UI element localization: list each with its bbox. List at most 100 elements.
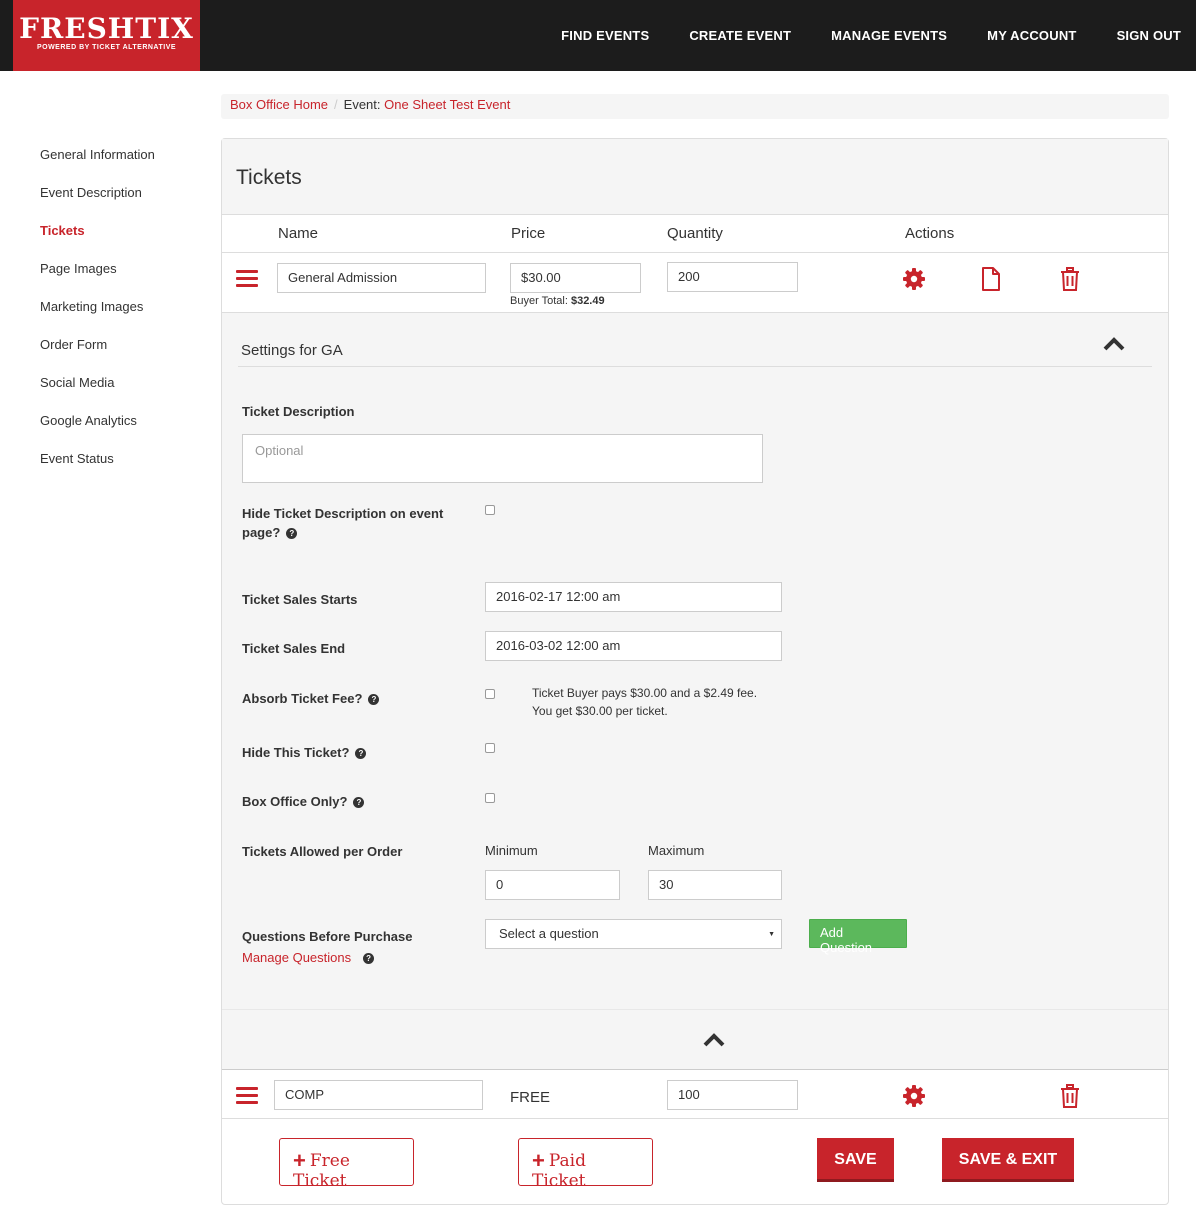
ticket-settings-panel: Settings for GA Ticket Description Optio…	[222, 313, 1168, 1009]
sidebar-item-event-status[interactable]: Event Status	[40, 449, 155, 487]
nav-create-event[interactable]: CREATE EVENT	[689, 28, 791, 43]
drag-handle-icon[interactable]	[236, 1087, 258, 1105]
ticket-row: COMP FREE 100	[222, 1069, 1168, 1119]
sales-start-label: Ticket Sales Starts	[242, 592, 358, 607]
add-paid-ticket-button[interactable]: + Paid Ticket	[518, 1138, 653, 1191]
tickets-allowed-label: Tickets Allowed per Order	[242, 844, 403, 859]
sales-start-input[interactable]: 2016-02-17 12:00 am	[485, 582, 782, 612]
hide-description-checkbox[interactable]	[485, 505, 495, 515]
manage-questions-link[interactable]: Manage Questions	[242, 950, 351, 965]
help-icon[interactable]: ?	[286, 528, 298, 539]
gear-icon[interactable]	[902, 267, 926, 291]
freshtix-logo[interactable]: FRESHTIX POWERED BY TICKET ALTERNATIVE	[13, 0, 200, 71]
nav-sign-out[interactable]: SIGN OUT	[1117, 28, 1181, 43]
tickets-panel: Tickets Name Price Quantity Actions Gene…	[221, 138, 1169, 1205]
sidebar-item-social-media[interactable]: Social Media	[40, 373, 155, 411]
ticket-price-input[interactable]: $30.00	[510, 263, 641, 293]
buyer-total-label: Buyer Total:	[510, 295, 568, 307]
question-select-value: Select a question	[499, 926, 599, 941]
ticket-name-input[interactable]: COMP	[274, 1080, 483, 1110]
breadcrumb: Box Office Home / Event: One Sheet Test Ev…	[221, 94, 1169, 119]
buyer-total: Buyer Total: $32.49	[510, 295, 605, 307]
collapse-bar	[222, 1009, 1168, 1069]
plus-icon: +	[293, 1148, 306, 1173]
sidebar-item-google-analytics[interactable]: Google Analytics	[40, 411, 155, 449]
ticket-column-headers: Name Price Quantity Actions	[222, 225, 1168, 251]
help-icon[interactable]: ?	[355, 748, 367, 759]
sidebar-item-order-form[interactable]: Order Form	[40, 335, 155, 373]
drag-handle-icon[interactable]	[236, 270, 258, 288]
ticket-description-textarea[interactable]: Optional	[242, 434, 763, 483]
hide-ticket-label-text: Hide This Ticket?	[242, 745, 350, 760]
logo-wordmark: FRESHTIX	[19, 12, 194, 45]
minimum-label: Minimum	[485, 843, 538, 858]
col-header-price: Price	[511, 225, 546, 242]
maximum-label: Maximum	[648, 843, 705, 858]
breadcrumb-home-link[interactable]: Box Office Home	[230, 97, 328, 112]
help-icon[interactable]: ?	[353, 797, 365, 808]
hide-description-label: Hide Ticket Description on event page??	[242, 504, 443, 542]
box-office-label: Box Office Only??	[242, 792, 365, 811]
hide-description-label-line-2: page?	[242, 525, 281, 540]
add-free-ticket-button[interactable]: + Free Ticket	[279, 1138, 414, 1191]
absorb-fee-checkbox[interactable]	[485, 689, 495, 699]
maximum-input[interactable]: 30	[648, 870, 782, 900]
document-icon[interactable]	[981, 267, 1001, 291]
panel-title: Tickets	[222, 139, 1168, 215]
save-and-exit-button[interactable]: SAVE & EXIT	[942, 1138, 1074, 1182]
buyer-total-value: $32.49	[570, 295, 605, 307]
settings-divider	[238, 366, 1152, 367]
trash-icon[interactable]	[1060, 267, 1080, 291]
box-office-checkbox[interactable]	[485, 793, 495, 803]
hide-ticket-label: Hide This Ticket??	[242, 743, 367, 762]
manage-questions: Manage Questions?	[242, 950, 375, 965]
sidebar-item-general-information[interactable]: General Information	[40, 145, 155, 183]
ticket-name-input[interactable]: General Admission	[277, 263, 486, 293]
help-icon[interactable]: ?	[363, 953, 375, 964]
sidebar-item-event-description[interactable]: Event Description	[40, 183, 155, 221]
nav-find-events[interactable]: FIND EVENTS	[561, 28, 649, 43]
chevron-up-icon[interactable]	[702, 1032, 726, 1048]
hide-ticket-checkbox[interactable]	[485, 743, 495, 753]
logo-tagline: POWERED BY TICKET ALTERNATIVE	[36, 44, 177, 51]
nav-manage-events[interactable]: MANAGE EVENTS	[831, 28, 947, 43]
col-header-actions: Actions	[905, 225, 955, 242]
help-icon[interactable]: ?	[368, 694, 380, 705]
sidebar-item-tickets[interactable]: Tickets	[40, 221, 155, 259]
absorb-fee-label: Absorb Ticket Fee??	[242, 689, 380, 708]
add-question-button[interactable]: Add Question	[809, 919, 907, 955]
chevron-up-icon[interactable]	[1102, 336, 1126, 352]
sales-end-input[interactable]: 2016-03-02 12:00 am	[485, 631, 782, 661]
breadcrumb-event-link[interactable]: One Sheet Test Event	[384, 97, 510, 112]
absorb-fee-label-text: Absorb Ticket Fee?	[242, 691, 363, 706]
breadcrumb-event-prefix: Event:	[343, 97, 381, 112]
col-header-quantity: Quantity	[667, 225, 723, 242]
plus-icon: +	[532, 1148, 545, 1173]
sidebar-item-marketing-images[interactable]: Marketing Images	[40, 297, 155, 335]
ticket-row: General Admission $30.00 Buyer Total: $3…	[222, 252, 1168, 313]
sidebar-item-page-images[interactable]: Page Images	[40, 259, 155, 297]
trash-icon[interactable]	[1060, 1084, 1080, 1108]
minimum-input[interactable]: 0	[485, 870, 620, 900]
ticket-price-free: FREE	[510, 1089, 551, 1106]
absorb-fee-note-line-1: Ticket Buyer pays $30.00 and a $2.49 fee…	[532, 686, 758, 700]
box-office-label-text: Box Office Only?	[242, 794, 348, 809]
col-header-name: Name	[278, 225, 319, 242]
ticket-quantity-input[interactable]: 100	[667, 1080, 798, 1110]
absorb-fee-note-line-2: You get $30.00 per ticket.	[532, 704, 668, 718]
hide-description-label-line-1: Hide Ticket Description on event	[242, 506, 444, 521]
question-select[interactable]: Select a question ▼	[485, 919, 782, 949]
ticket-description-label: Ticket Description	[242, 404, 355, 419]
main-nav: FIND EVENTS CREATE EVENT MANAGE EVENTS M…	[521, 0, 1196, 71]
sidebar: General Information Event Description Ti…	[40, 145, 155, 487]
save-button[interactable]: SAVE	[817, 1138, 894, 1182]
nav-my-account[interactable]: MY ACCOUNT	[987, 28, 1076, 43]
settings-title: Settings for GA	[241, 342, 343, 359]
sales-end-label: Ticket Sales End	[242, 641, 346, 656]
questions-label: Questions Before Purchase	[242, 929, 413, 944]
caret-down-icon: ▼	[768, 931, 775, 938]
gear-icon[interactable]	[902, 1084, 926, 1108]
breadcrumb-separator: /	[334, 97, 338, 112]
top-navbar: FRESHTIX POWERED BY TICKET ALTERNATIVE F…	[0, 0, 1196, 71]
ticket-quantity-input[interactable]: 200	[667, 262, 798, 292]
